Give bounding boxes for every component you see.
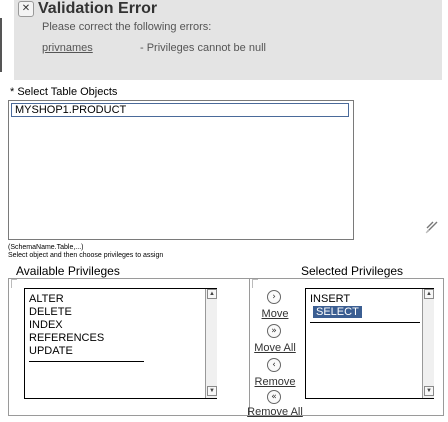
remove-label[interactable]: Remove: [245, 376, 305, 388]
selected-privileges-heading: Selected Privileges: [301, 264, 404, 278]
frame-tab: [252, 279, 258, 288]
select-hint: Select object and then choose privileges…: [8, 252, 164, 259]
move-all-right-icon[interactable]: »: [267, 324, 281, 338]
list-divider: [310, 322, 420, 323]
table-objects-label: * Select Table Objects: [10, 86, 118, 98]
move-all-left-icon[interactable]: «: [267, 390, 281, 404]
remove-all-button[interactable]: « Remove All: [245, 390, 305, 420]
scroll-down-icon[interactable]: ▼: [424, 386, 434, 396]
list-item[interactable]: INSERT: [310, 293, 350, 305]
remove-all-label[interactable]: Remove All: [245, 406, 305, 418]
available-scrollbar[interactable]: ▲ ▼: [205, 289, 217, 398]
list-item[interactable]: UPDATE: [29, 345, 73, 357]
scroll-down-icon[interactable]: ▼: [207, 386, 217, 396]
selected-privileges-list[interactable]: INSERT SELECT ▲ ▼: [305, 288, 434, 399]
table-objects-textarea[interactable]: MYSHOP1.PRODUCT: [8, 100, 354, 240]
scroll-up-icon[interactable]: ▲: [207, 289, 217, 299]
error-edge: [0, 18, 2, 72]
syntax-hint: (SchemaName.Table,...): [8, 244, 84, 251]
list-divider: [29, 361, 144, 362]
selected-scrollbar[interactable]: ▲ ▼: [422, 289, 434, 398]
close-circle-icon[interactable]: ✕: [18, 1, 34, 17]
list-item-selected[interactable]: SELECT: [313, 306, 362, 318]
error-field-message: - Privileges cannot be null: [140, 42, 266, 54]
move-left-icon[interactable]: ‹: [267, 358, 281, 372]
move-right-icon[interactable]: ›: [267, 290, 281, 304]
resize-grip-icon[interactable]: [423, 218, 441, 236]
move-button[interactable]: › Move: [245, 290, 305, 320]
table-objects-value[interactable]: MYSHOP1.PRODUCT: [11, 103, 349, 117]
remove-button[interactable]: ‹ Remove: [245, 358, 305, 388]
available-privileges-list[interactable]: ALTER DELETE INDEX REFERENCES UPDATE ▲ ▼: [24, 288, 217, 399]
list-item[interactable]: INDEX: [29, 319, 63, 331]
list-item[interactable]: REFERENCES: [29, 332, 104, 344]
list-item[interactable]: DELETE: [29, 306, 72, 318]
move-all-label[interactable]: Move All: [245, 342, 305, 354]
list-item[interactable]: ALTER: [29, 293, 64, 305]
error-message: Please correct the following errors:: [42, 21, 212, 33]
move-label[interactable]: Move: [245, 308, 305, 320]
error-title: Validation Error: [38, 0, 158, 17]
scroll-up-icon[interactable]: ▲: [424, 289, 434, 299]
available-privileges-heading: Available Privileges: [16, 264, 120, 278]
move-all-button[interactable]: » Move All: [245, 324, 305, 354]
error-field-link[interactable]: privnames: [42, 42, 93, 54]
validation-error-panel: ✕ Validation Error Please correct the fo…: [0, 0, 448, 80]
frame-tab: [11, 279, 17, 288]
